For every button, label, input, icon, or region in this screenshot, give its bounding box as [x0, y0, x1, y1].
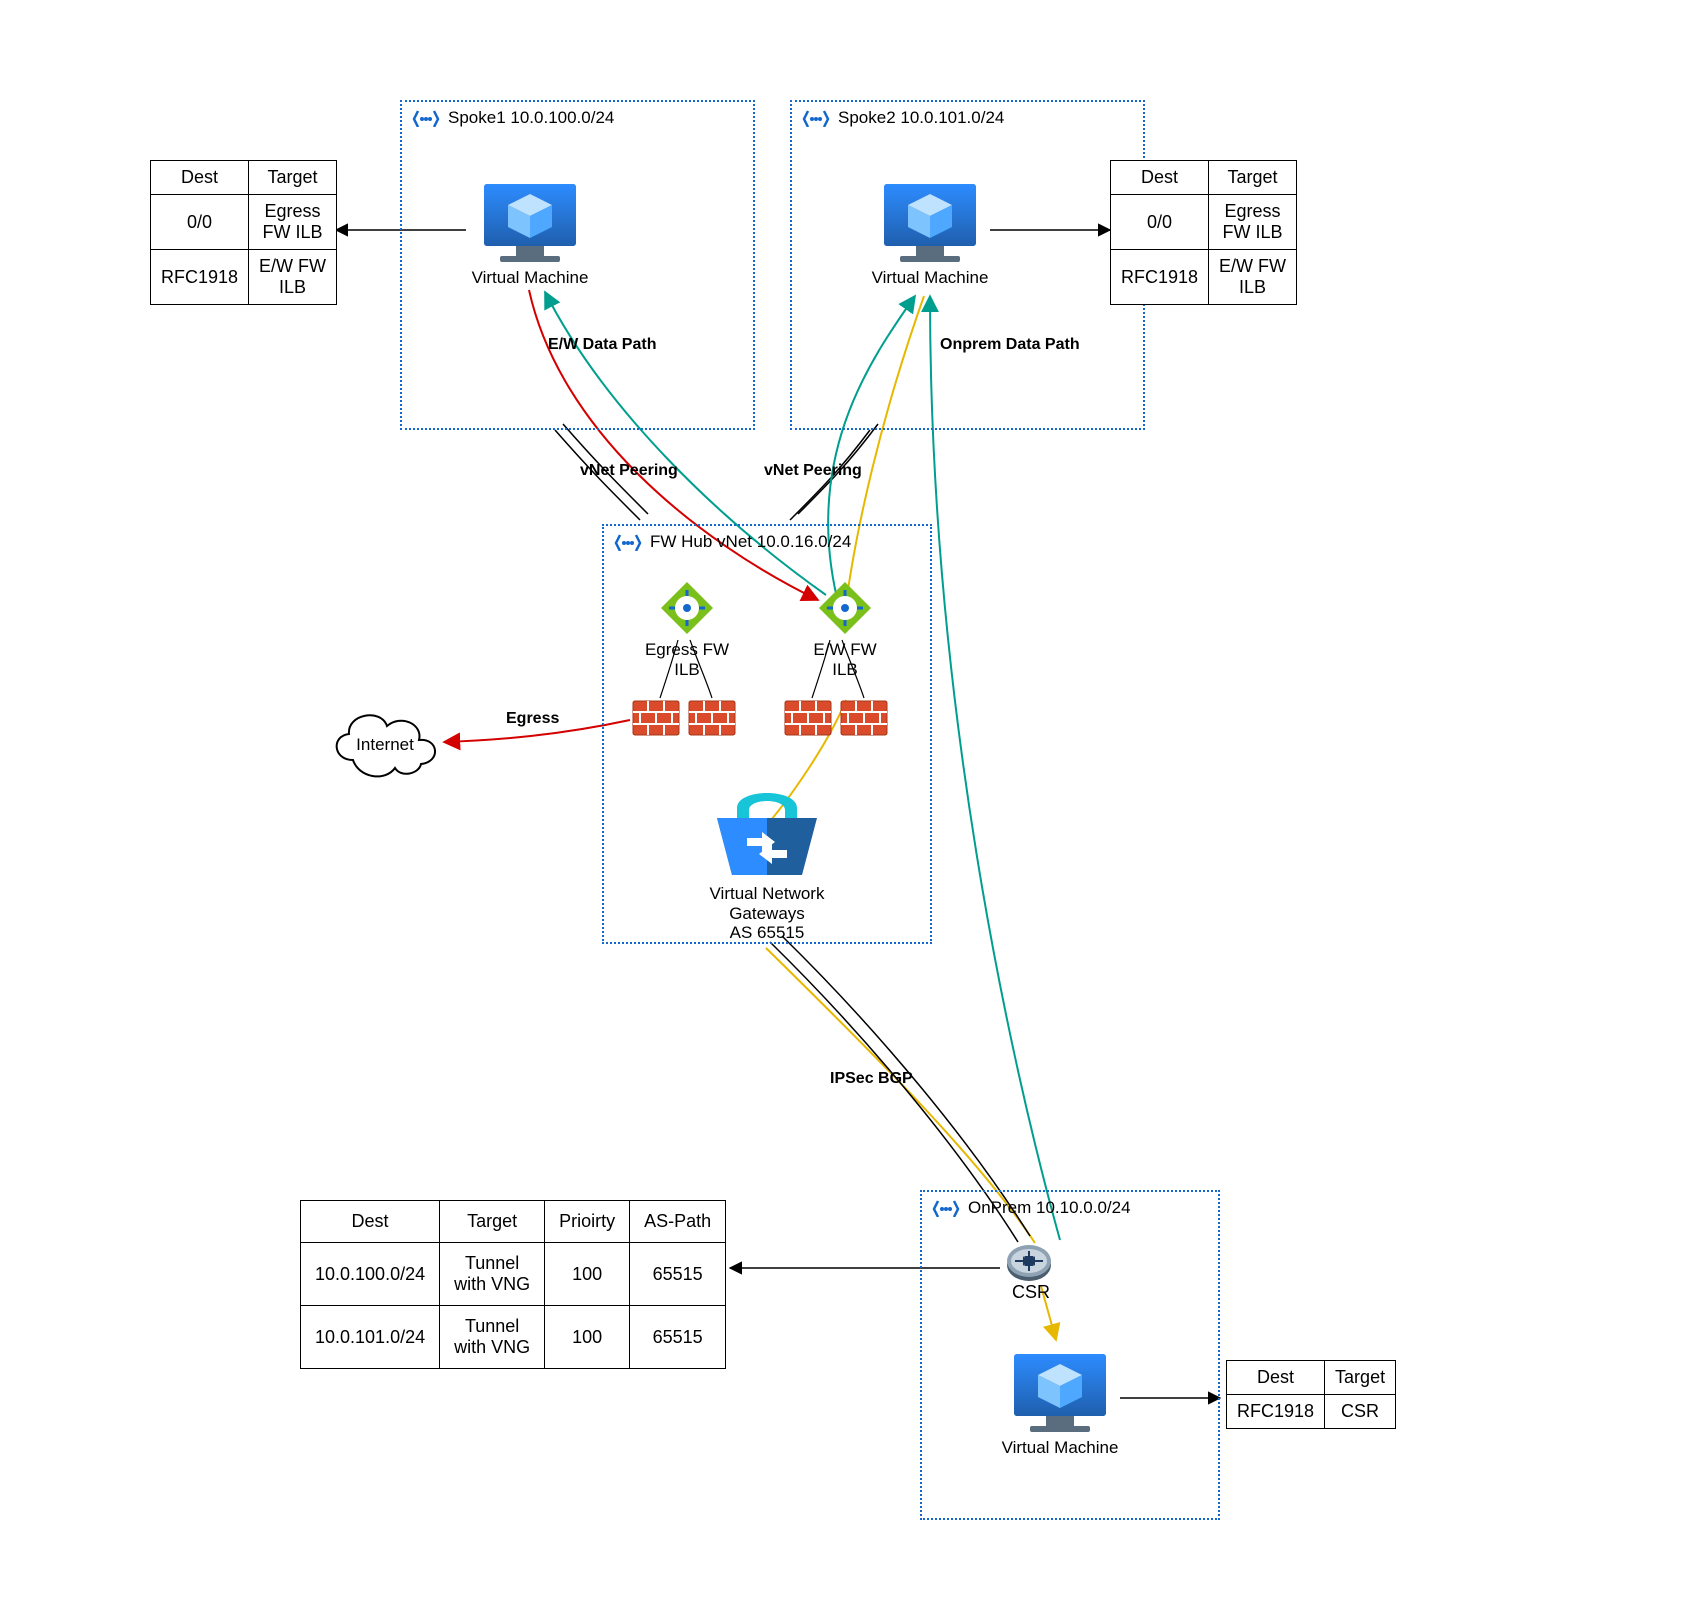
vm-spoke2: Virtual Machine — [870, 180, 990, 288]
label-onprem-data-path: Onprem Data Path — [940, 336, 1080, 354]
label-vnet-peering-1: vNet Peering — [580, 462, 678, 480]
router-icon — [1006, 1244, 1052, 1282]
firewall-egress-2 — [688, 700, 736, 739]
rt-header: Dest — [1227, 1361, 1325, 1395]
rt-cell: CSR — [1325, 1395, 1396, 1429]
egress-fw-ilb-label: Egress FW ILB — [642, 640, 732, 679]
route-table-csr: Dest Target Prioirty AS-Path 10.0.100.0/… — [300, 1200, 726, 1369]
rt-header: Dest — [1111, 161, 1209, 195]
virtual-network-gateway: Virtual Network Gateways AS 65515 — [692, 770, 842, 943]
rt-cell: Tunnel with VNG — [440, 1306, 545, 1369]
vm-onprem-label: Virtual Machine — [1000, 1438, 1120, 1458]
ew-fw-ilb: E/W FW ILB — [800, 580, 890, 679]
label-ew-data-path: E/W Data Path — [548, 336, 656, 354]
internet-label: Internet — [320, 735, 450, 755]
firewall-ew-2 — [840, 700, 888, 739]
label-vnet-peering-2: vNet Peering — [764, 462, 862, 480]
rt-cell: Egress FW ILB — [1209, 195, 1297, 250]
rt-cell: E/W FW ILB — [249, 250, 337, 305]
rt-header: Target — [249, 161, 337, 195]
rt-header: Dest — [301, 1201, 440, 1243]
vng-label: Virtual Network Gateways AS 65515 — [692, 884, 842, 943]
rt-header: Target — [1325, 1361, 1396, 1395]
egress-fw-ilb: Egress FW ILB — [642, 580, 732, 679]
csr-label: CSR — [1012, 1282, 1050, 1302]
rt-cell: 65515 — [630, 1243, 726, 1306]
firewall-ew-1 — [784, 700, 832, 739]
csr-router: CSR — [1006, 1244, 1096, 1303]
firewall-icon — [784, 700, 832, 736]
vnet-icon — [932, 1199, 960, 1217]
rt-cell: 10.0.101.0/24 — [301, 1306, 440, 1369]
route-table-spoke2: Dest Target 0/0 Egress FW ILB RFC1918 E/… — [1110, 160, 1297, 305]
rt-cell: 10.0.100.0/24 — [301, 1243, 440, 1306]
route-table-onprem-vm: Dest Target RFC1918 CSR — [1226, 1360, 1396, 1429]
rt-cell: Tunnel with VNG — [440, 1243, 545, 1306]
rt-cell: 100 — [545, 1243, 630, 1306]
rt-cell: 0/0 — [1111, 195, 1209, 250]
rt-cell: E/W FW ILB — [1209, 250, 1297, 305]
firewall-icon — [840, 700, 888, 736]
ew-fw-ilb-label: E/W FW ILB — [800, 640, 890, 679]
load-balancer-icon — [817, 580, 873, 636]
vm-onprem: Virtual Machine — [1000, 1350, 1120, 1458]
vpn-gateway-icon — [707, 770, 827, 880]
rt-cell: RFC1918 — [1111, 250, 1209, 305]
rt-cell: 65515 — [630, 1306, 726, 1369]
vm-spoke1: Virtual Machine — [470, 180, 590, 288]
rt-header: Target — [440, 1201, 545, 1243]
rt-header: Dest — [151, 161, 249, 195]
firewall-egress-1 — [632, 700, 680, 739]
vnet-icon — [412, 109, 440, 127]
vnet-title-spoke1: Spoke1 10.0.100.0/24 — [448, 108, 614, 128]
vnet-title-spoke2: Spoke2 10.0.101.0/24 — [838, 108, 1004, 128]
rt-cell: Egress FW ILB — [249, 195, 337, 250]
route-table-spoke1: Dest Target 0/0 Egress FW ILB RFC1918 E/… — [150, 160, 337, 305]
rt-header: Prioirty — [545, 1201, 630, 1243]
label-ipsec-bgp: IPSec BGP — [830, 1070, 913, 1088]
vnet-title-onprem: OnPrem 10.10.0.0/24 — [968, 1198, 1131, 1218]
firewall-icon — [688, 700, 736, 736]
label-egress: Egress — [506, 710, 559, 728]
rt-header: AS-Path — [630, 1201, 726, 1243]
internet-cloud: Internet — [320, 700, 450, 807]
vnet-icon — [802, 109, 830, 127]
vm-spoke1-label: Virtual Machine — [470, 268, 590, 288]
rt-cell: 100 — [545, 1306, 630, 1369]
rt-cell: RFC1918 — [151, 250, 249, 305]
rt-header: Target — [1209, 161, 1297, 195]
vnet-title-hub: FW Hub vNet 10.0.16.0/24 — [650, 532, 851, 552]
vm-spoke2-label: Virtual Machine — [870, 268, 990, 288]
load-balancer-icon — [659, 580, 715, 636]
rt-cell: RFC1918 — [1227, 1395, 1325, 1429]
rt-cell: 0/0 — [151, 195, 249, 250]
vnet-icon — [614, 533, 642, 551]
firewall-icon — [632, 700, 680, 736]
